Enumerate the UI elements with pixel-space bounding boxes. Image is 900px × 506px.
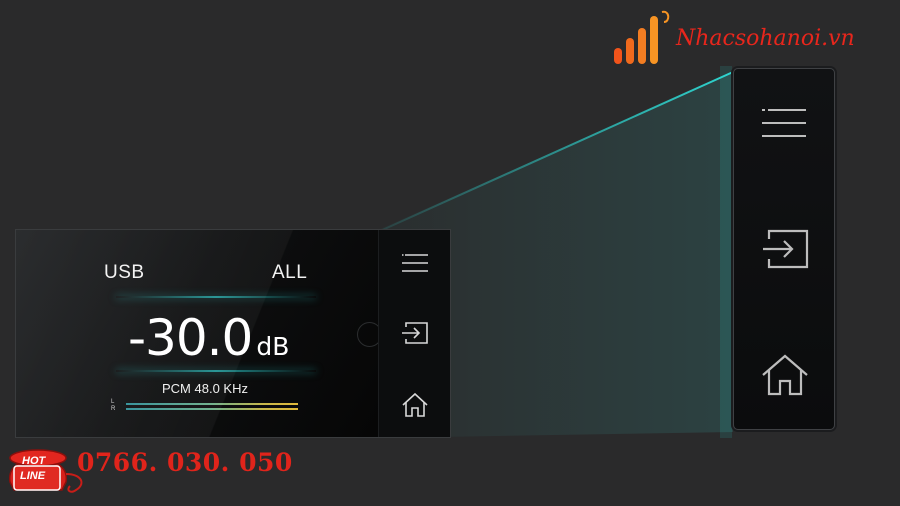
menu-icon[interactable] (760, 107, 808, 141)
display-glow-top (116, 296, 316, 298)
home-icon[interactable] (760, 353, 810, 397)
hotline-number[interactable]: 0766. 030. 050 (77, 448, 293, 477)
menu-icon[interactable] (401, 252, 429, 274)
level-meter-left (126, 403, 298, 405)
brand-logo: Nhacsohanoi.vn (612, 8, 897, 66)
hotline-banner[interactable]: HOT LINE 0766. 030. 050 (4, 444, 294, 500)
source-label[interactable]: USB (104, 262, 145, 284)
device-front-panel: USB ALL -30.0 dB PCM 48.0 KHz L R (15, 229, 451, 438)
mode-label[interactable]: ALL (272, 262, 307, 284)
meter-right-label: R (111, 406, 116, 412)
volume-value: -30.0 (128, 309, 253, 367)
audio-format: PCM 48.0 KHz (162, 381, 248, 396)
device-display: USB ALL -30.0 dB PCM 48.0 KHz L R (16, 230, 382, 437)
hotline-badge-bottom: LINE (20, 470, 46, 482)
brand-name: Nhacsohanoi.vn (676, 26, 855, 51)
volume-readout: -30.0 dB (128, 306, 289, 370)
input-icon[interactable] (761, 229, 809, 269)
level-meter-right (126, 408, 298, 410)
input-icon[interactable] (401, 321, 429, 345)
device-touch-bar (378, 230, 450, 437)
volume-unit: dB (256, 332, 290, 361)
display-glow-bottom (116, 370, 316, 372)
zoomed-touch-bar (733, 68, 835, 430)
meter-left-label: L (111, 399, 115, 405)
signal-bars-icon (614, 10, 670, 64)
hotline-badge-top: HOT (22, 455, 46, 467)
home-icon[interactable] (401, 392, 429, 418)
